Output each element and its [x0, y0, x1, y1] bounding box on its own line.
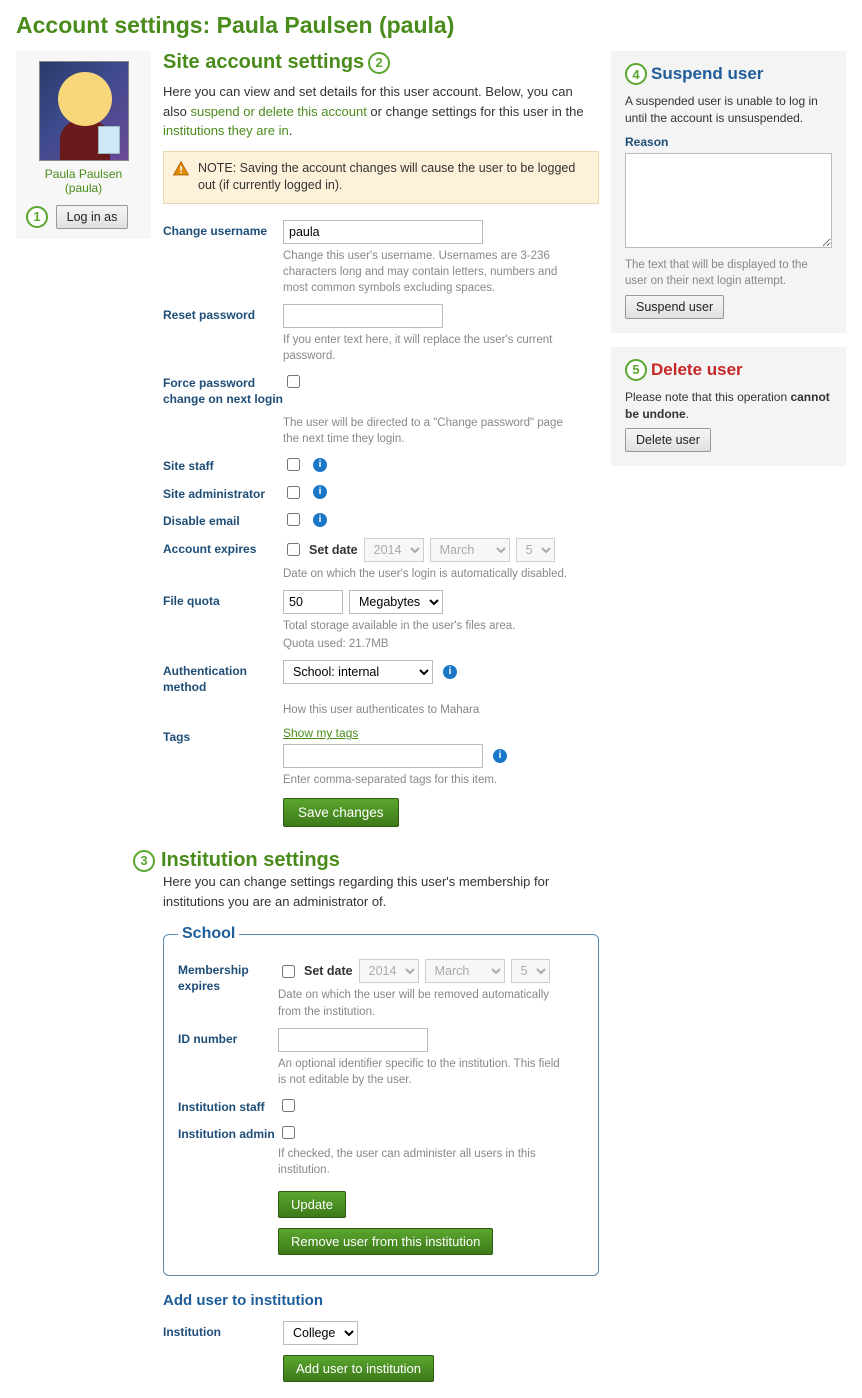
auth-method-label: Authentication method [163, 660, 283, 695]
site-admin-label: Site administrator [163, 483, 283, 503]
quota-unit-select[interactable]: Megabytes [349, 590, 443, 614]
show-my-tags-link[interactable]: Show my tags [283, 726, 599, 740]
site-admin-checkbox[interactable] [287, 486, 300, 499]
info-icon[interactable]: i [493, 749, 507, 763]
inst-intro: Here you can change settings regarding t… [163, 872, 599, 911]
reason-help: The text that will be displayed to the u… [625, 257, 832, 289]
quota-label: File quota [163, 590, 283, 610]
remove-from-institution-button[interactable]: Remove user from this institution [278, 1228, 493, 1255]
inst-admin-label: Institution admin [178, 1123, 278, 1143]
disable-email-label: Disable email [163, 510, 283, 530]
reason-textarea[interactable] [625, 153, 832, 248]
school-legend: School [178, 925, 239, 943]
change-username-label: Change username [163, 220, 283, 240]
site-staff-checkbox[interactable] [287, 458, 300, 471]
suspend-desc: A suspended user is unable to log in unt… [625, 93, 832, 127]
add-user-to-institution-button[interactable]: Add user to institution [283, 1355, 434, 1382]
user-profile-link[interactable]: Paula Paulsen (paula) [26, 167, 141, 195]
quota-value-input[interactable] [283, 590, 343, 614]
inst-expires-checkbox[interactable] [282, 965, 295, 978]
suspend-user-button[interactable]: Suspend user [625, 295, 724, 319]
suspend-delete-link[interactable]: suspend or delete this account [190, 104, 366, 119]
account-expires-label: Account expires [163, 538, 283, 558]
tags-input[interactable] [283, 744, 483, 768]
force-pw-label: Force password change on next login [163, 372, 283, 407]
info-icon[interactable]: i [313, 458, 327, 472]
site-settings-heading: Site account settings 2 [163, 51, 599, 74]
reset-password-input[interactable] [283, 304, 443, 328]
reset-password-help: If you enter text here, it will replace … [283, 332, 573, 364]
delete-panel: 5 Delete user Please note that this oper… [611, 347, 846, 467]
change-username-help: Change this user's username. Usernames a… [283, 248, 573, 296]
add-institution-select[interactable]: College [283, 1321, 358, 1345]
auth-help: How this user authenticates to Mahara [283, 702, 573, 718]
setdate-label: Set date [309, 543, 358, 557]
expires-year-select[interactable]: 2014 [364, 538, 424, 562]
inst-expires-day[interactable]: 5 [511, 959, 550, 983]
tags-label: Tags [163, 726, 283, 746]
callout-2: 2 [368, 52, 390, 74]
disable-email-checkbox[interactable] [287, 513, 300, 526]
add-user-heading: Add user to institution [163, 1292, 599, 1309]
login-as-button[interactable]: Log in as [56, 205, 129, 229]
info-icon[interactable]: i [313, 485, 327, 499]
delete-heading: Delete user [651, 360, 743, 380]
idnum-help: An optional identifier specific to the i… [278, 1056, 568, 1088]
site-intro: Here you can view and set details for th… [163, 82, 599, 141]
inst-admin-checkbox[interactable] [282, 1126, 295, 1139]
expires-enable-checkbox[interactable] [287, 543, 300, 556]
callout-5: 5 [625, 359, 647, 381]
inst-staff-label: Institution staff [178, 1096, 278, 1116]
quota-used: Quota used: 21.7MB [283, 636, 573, 652]
force-pw-checkbox[interactable] [287, 375, 300, 388]
add-institution-label: Institution [163, 1321, 283, 1341]
inst-expires-help: Date on which the user will be removed a… [278, 987, 568, 1019]
institution-settings-heading: Institution settings [161, 849, 340, 872]
quota-help: Total storage available in the user's fi… [283, 618, 573, 634]
reason-label: Reason [625, 135, 832, 149]
site-staff-label: Site staff [163, 455, 283, 475]
save-changes-button[interactable]: Save changes [283, 798, 399, 827]
callout-3: 3 [133, 850, 155, 872]
reset-password-label: Reset password [163, 304, 283, 324]
idnum-label: ID number [178, 1028, 278, 1048]
auth-method-select[interactable]: School: internal [283, 660, 433, 684]
note-box: NOTE: Saving the account changes will ca… [163, 151, 599, 204]
school-fieldset: School Membership expires Set date 2014 … [163, 925, 599, 1275]
info-icon[interactable]: i [443, 665, 457, 679]
change-username-input[interactable] [283, 220, 483, 244]
callout-4: 4 [625, 63, 647, 85]
avatar [39, 61, 129, 161]
delete-user-button[interactable]: Delete user [625, 428, 711, 452]
idnum-input[interactable] [278, 1028, 428, 1052]
force-pw-help: The user will be directed to a "Change p… [283, 415, 573, 447]
inst-staff-checkbox[interactable] [282, 1099, 295, 1112]
expires-day-select[interactable]: 5 [516, 538, 555, 562]
inst-expires-year[interactable]: 2014 [359, 959, 419, 983]
center-column: Site account settings 2 Here you can vie… [163, 51, 599, 1386]
institutions-link[interactable]: institutions they are in [163, 123, 289, 138]
update-button[interactable]: Update [278, 1191, 346, 1218]
right-column: 4 Suspend user A suspended user is unabl… [611, 51, 846, 480]
warning-icon [172, 160, 190, 178]
inst-admin-help: If checked, the user can administer all … [278, 1146, 568, 1178]
suspend-heading: Suspend user [651, 64, 763, 84]
expires-help: Date on which the user's login is automa… [283, 566, 573, 582]
user-sidebar: Paula Paulsen (paula) 1 Log in as [16, 51, 151, 239]
delete-desc: Please note that this operation cannot b… [625, 389, 832, 423]
membership-expires-label: Membership expires [178, 959, 278, 994]
expires-month-select[interactable]: March [430, 538, 510, 562]
tags-help: Enter comma-separated tags for this item… [283, 772, 573, 788]
inst-expires-month[interactable]: March [425, 959, 505, 983]
setdate-label: Set date [304, 964, 353, 978]
info-icon[interactable]: i [313, 513, 327, 527]
page-title: Account settings: Paula Paulsen (paula) [16, 12, 846, 39]
callout-1: 1 [26, 206, 48, 228]
suspend-panel: 4 Suspend user A suspended user is unabl… [611, 51, 846, 333]
